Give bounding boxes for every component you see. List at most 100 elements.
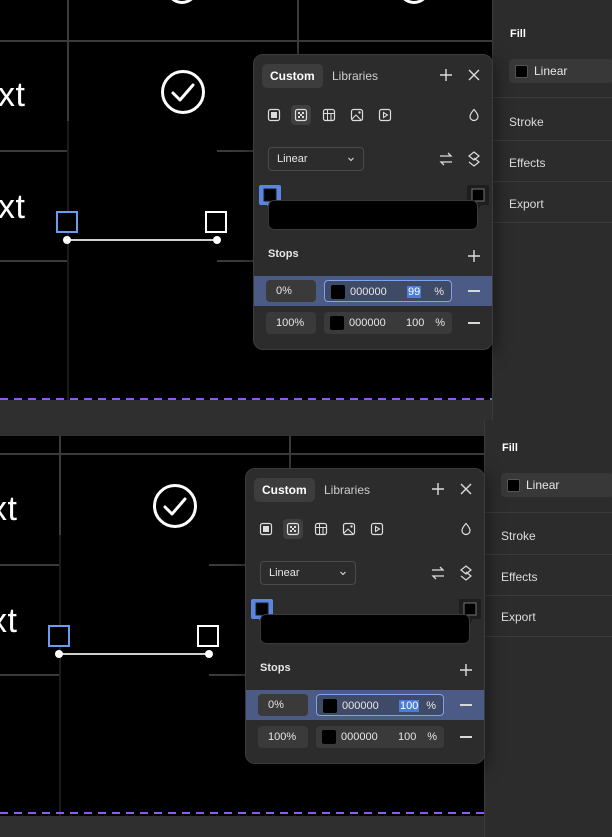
divider bbox=[485, 554, 612, 555]
divider bbox=[493, 97, 612, 98]
image-fill-icon[interactable] bbox=[347, 105, 367, 125]
check-circle-icon bbox=[152, 483, 198, 529]
gradient-fill-icon[interactable] bbox=[291, 105, 311, 125]
solid-fill-icon[interactable] bbox=[256, 519, 276, 539]
video-fill-icon[interactable] bbox=[375, 105, 395, 125]
gradient-stop-handle[interactable] bbox=[48, 625, 70, 647]
export-section[interactable]: Export bbox=[509, 197, 544, 211]
rotate-gradient-icon[interactable] bbox=[456, 563, 476, 583]
opacity-drop-icon[interactable] bbox=[464, 105, 484, 125]
export-section[interactable]: Export bbox=[501, 610, 536, 624]
add-icon[interactable] bbox=[428, 479, 448, 499]
solid-fill-icon[interactable] bbox=[264, 105, 284, 125]
stop-color-input[interactable]: 000000 100 % bbox=[324, 312, 452, 334]
canvas-text: xt bbox=[0, 188, 26, 226]
stop-alpha[interactable]: 99 bbox=[407, 286, 422, 298]
percent-sign: % bbox=[435, 317, 445, 329]
stop-color-input[interactable]: 000000 100 % bbox=[316, 694, 444, 716]
add-stop-icon[interactable] bbox=[464, 246, 484, 266]
add-stop-icon[interactable] bbox=[456, 660, 476, 680]
remove-stop-icon[interactable] bbox=[460, 704, 472, 706]
add-icon[interactable] bbox=[436, 65, 456, 85]
partial-circle-icon bbox=[166, 0, 198, 4]
flip-gradient-icon[interactable] bbox=[436, 149, 456, 169]
chevron-down-icon bbox=[339, 568, 347, 580]
check-circle-icon bbox=[160, 69, 206, 115]
selected-rectangle[interactable] bbox=[59, 535, 209, 816]
remove-stop-icon[interactable] bbox=[460, 736, 472, 738]
gradient-stop-handle[interactable] bbox=[205, 211, 227, 233]
gradient-line-end[interactable] bbox=[63, 236, 71, 244]
stop-position-input[interactable]: 0% bbox=[258, 694, 308, 716]
tab-libraries[interactable]: Libraries bbox=[324, 64, 386, 88]
gradient-line[interactable] bbox=[67, 239, 217, 241]
stop-row[interactable]: 0% 000000 100 % bbox=[246, 690, 484, 720]
stop-alpha[interactable]: 100 bbox=[398, 731, 416, 743]
tab-libraries[interactable]: Libraries bbox=[316, 478, 378, 502]
gradient-preview-bar[interactable] bbox=[260, 614, 470, 644]
stop-swatch[interactable] bbox=[322, 730, 336, 744]
grid-line bbox=[67, 0, 69, 40]
flip-gradient-icon[interactable] bbox=[428, 563, 448, 583]
gradient-fill-icon[interactable] bbox=[283, 519, 303, 539]
stop-hex[interactable]: 000000 bbox=[342, 700, 379, 712]
stop-swatch[interactable] bbox=[330, 316, 344, 330]
stop-alpha[interactable]: 100 bbox=[399, 700, 420, 712]
stop-position-input[interactable]: 100% bbox=[266, 312, 316, 334]
stop-row[interactable]: 100% 000000 100 % bbox=[246, 722, 484, 752]
right-panel-top: Fill Linear Stroke Effects Export bbox=[492, 0, 612, 420]
grid-line bbox=[297, 0, 299, 40]
pattern-fill-icon[interactable] bbox=[319, 105, 339, 125]
opacity-drop-icon[interactable] bbox=[456, 519, 476, 539]
stops-label: Stops bbox=[260, 662, 291, 674]
pattern-fill-icon[interactable] bbox=[311, 519, 331, 539]
gradient-line-end[interactable] bbox=[213, 236, 221, 244]
stop-color-input[interactable]: 000000 99 % bbox=[324, 280, 452, 302]
gradient-preview-bar[interactable] bbox=[268, 200, 478, 230]
effects-section[interactable]: Effects bbox=[509, 156, 545, 170]
stop-row[interactable]: 100% 000000 100 % bbox=[254, 308, 492, 338]
fill-swatch bbox=[515, 64, 528, 78]
divider bbox=[485, 512, 612, 513]
selected-rectangle[interactable] bbox=[67, 121, 217, 400]
divider bbox=[485, 595, 612, 596]
right-panel-bottom: Fill Linear Stroke Effects Export bbox=[484, 420, 612, 837]
stop-row[interactable]: 0% 000000 99 % bbox=[254, 276, 492, 306]
fill-title: Fill bbox=[510, 28, 526, 40]
gradient-line-end[interactable] bbox=[205, 650, 213, 658]
stop-position-input[interactable]: 0% bbox=[266, 280, 316, 302]
close-icon[interactable] bbox=[464, 65, 484, 85]
stop-alpha[interactable]: 100 bbox=[406, 317, 424, 329]
stop-hex[interactable]: 000000 bbox=[349, 317, 386, 329]
canvas-divider-strip bbox=[0, 400, 492, 436]
stroke-section[interactable]: Stroke bbox=[509, 115, 544, 129]
stop-swatch[interactable] bbox=[331, 285, 345, 299]
canvas-text: xt bbox=[0, 602, 18, 640]
fill-type-pill[interactable]: Linear bbox=[501, 473, 612, 497]
stroke-section[interactable]: Stroke bbox=[501, 529, 536, 543]
gradient-line-end[interactable] bbox=[55, 650, 63, 658]
stop-color-input[interactable]: 000000 100 % bbox=[316, 726, 444, 748]
fill-title: Fill bbox=[502, 442, 518, 454]
fill-swatch bbox=[507, 478, 520, 492]
stop-hex[interactable]: 000000 bbox=[350, 286, 387, 298]
stop-hex[interactable]: 000000 bbox=[341, 731, 378, 743]
effects-section[interactable]: Effects bbox=[501, 570, 537, 584]
close-icon[interactable] bbox=[456, 479, 476, 499]
gradient-stop-handle[interactable] bbox=[197, 625, 219, 647]
rotate-gradient-icon[interactable] bbox=[464, 149, 484, 169]
stop-swatch[interactable] bbox=[323, 699, 337, 713]
tab-custom[interactable]: Custom bbox=[262, 64, 323, 88]
gradient-type-select[interactable]: Linear bbox=[260, 561, 356, 585]
remove-stop-icon[interactable] bbox=[468, 322, 480, 324]
fill-type-pill[interactable]: Linear bbox=[509, 59, 612, 83]
gradient-line[interactable] bbox=[59, 653, 209, 655]
tab-custom[interactable]: Custom bbox=[254, 478, 315, 502]
gradient-type-select[interactable]: Linear bbox=[268, 147, 364, 171]
stop-position-input[interactable]: 100% bbox=[258, 726, 308, 748]
image-fill-icon[interactable] bbox=[339, 519, 359, 539]
gradient-stop-handle[interactable] bbox=[56, 211, 78, 233]
remove-stop-icon[interactable] bbox=[468, 290, 480, 292]
grid-line bbox=[0, 40, 492, 42]
video-fill-icon[interactable] bbox=[367, 519, 387, 539]
